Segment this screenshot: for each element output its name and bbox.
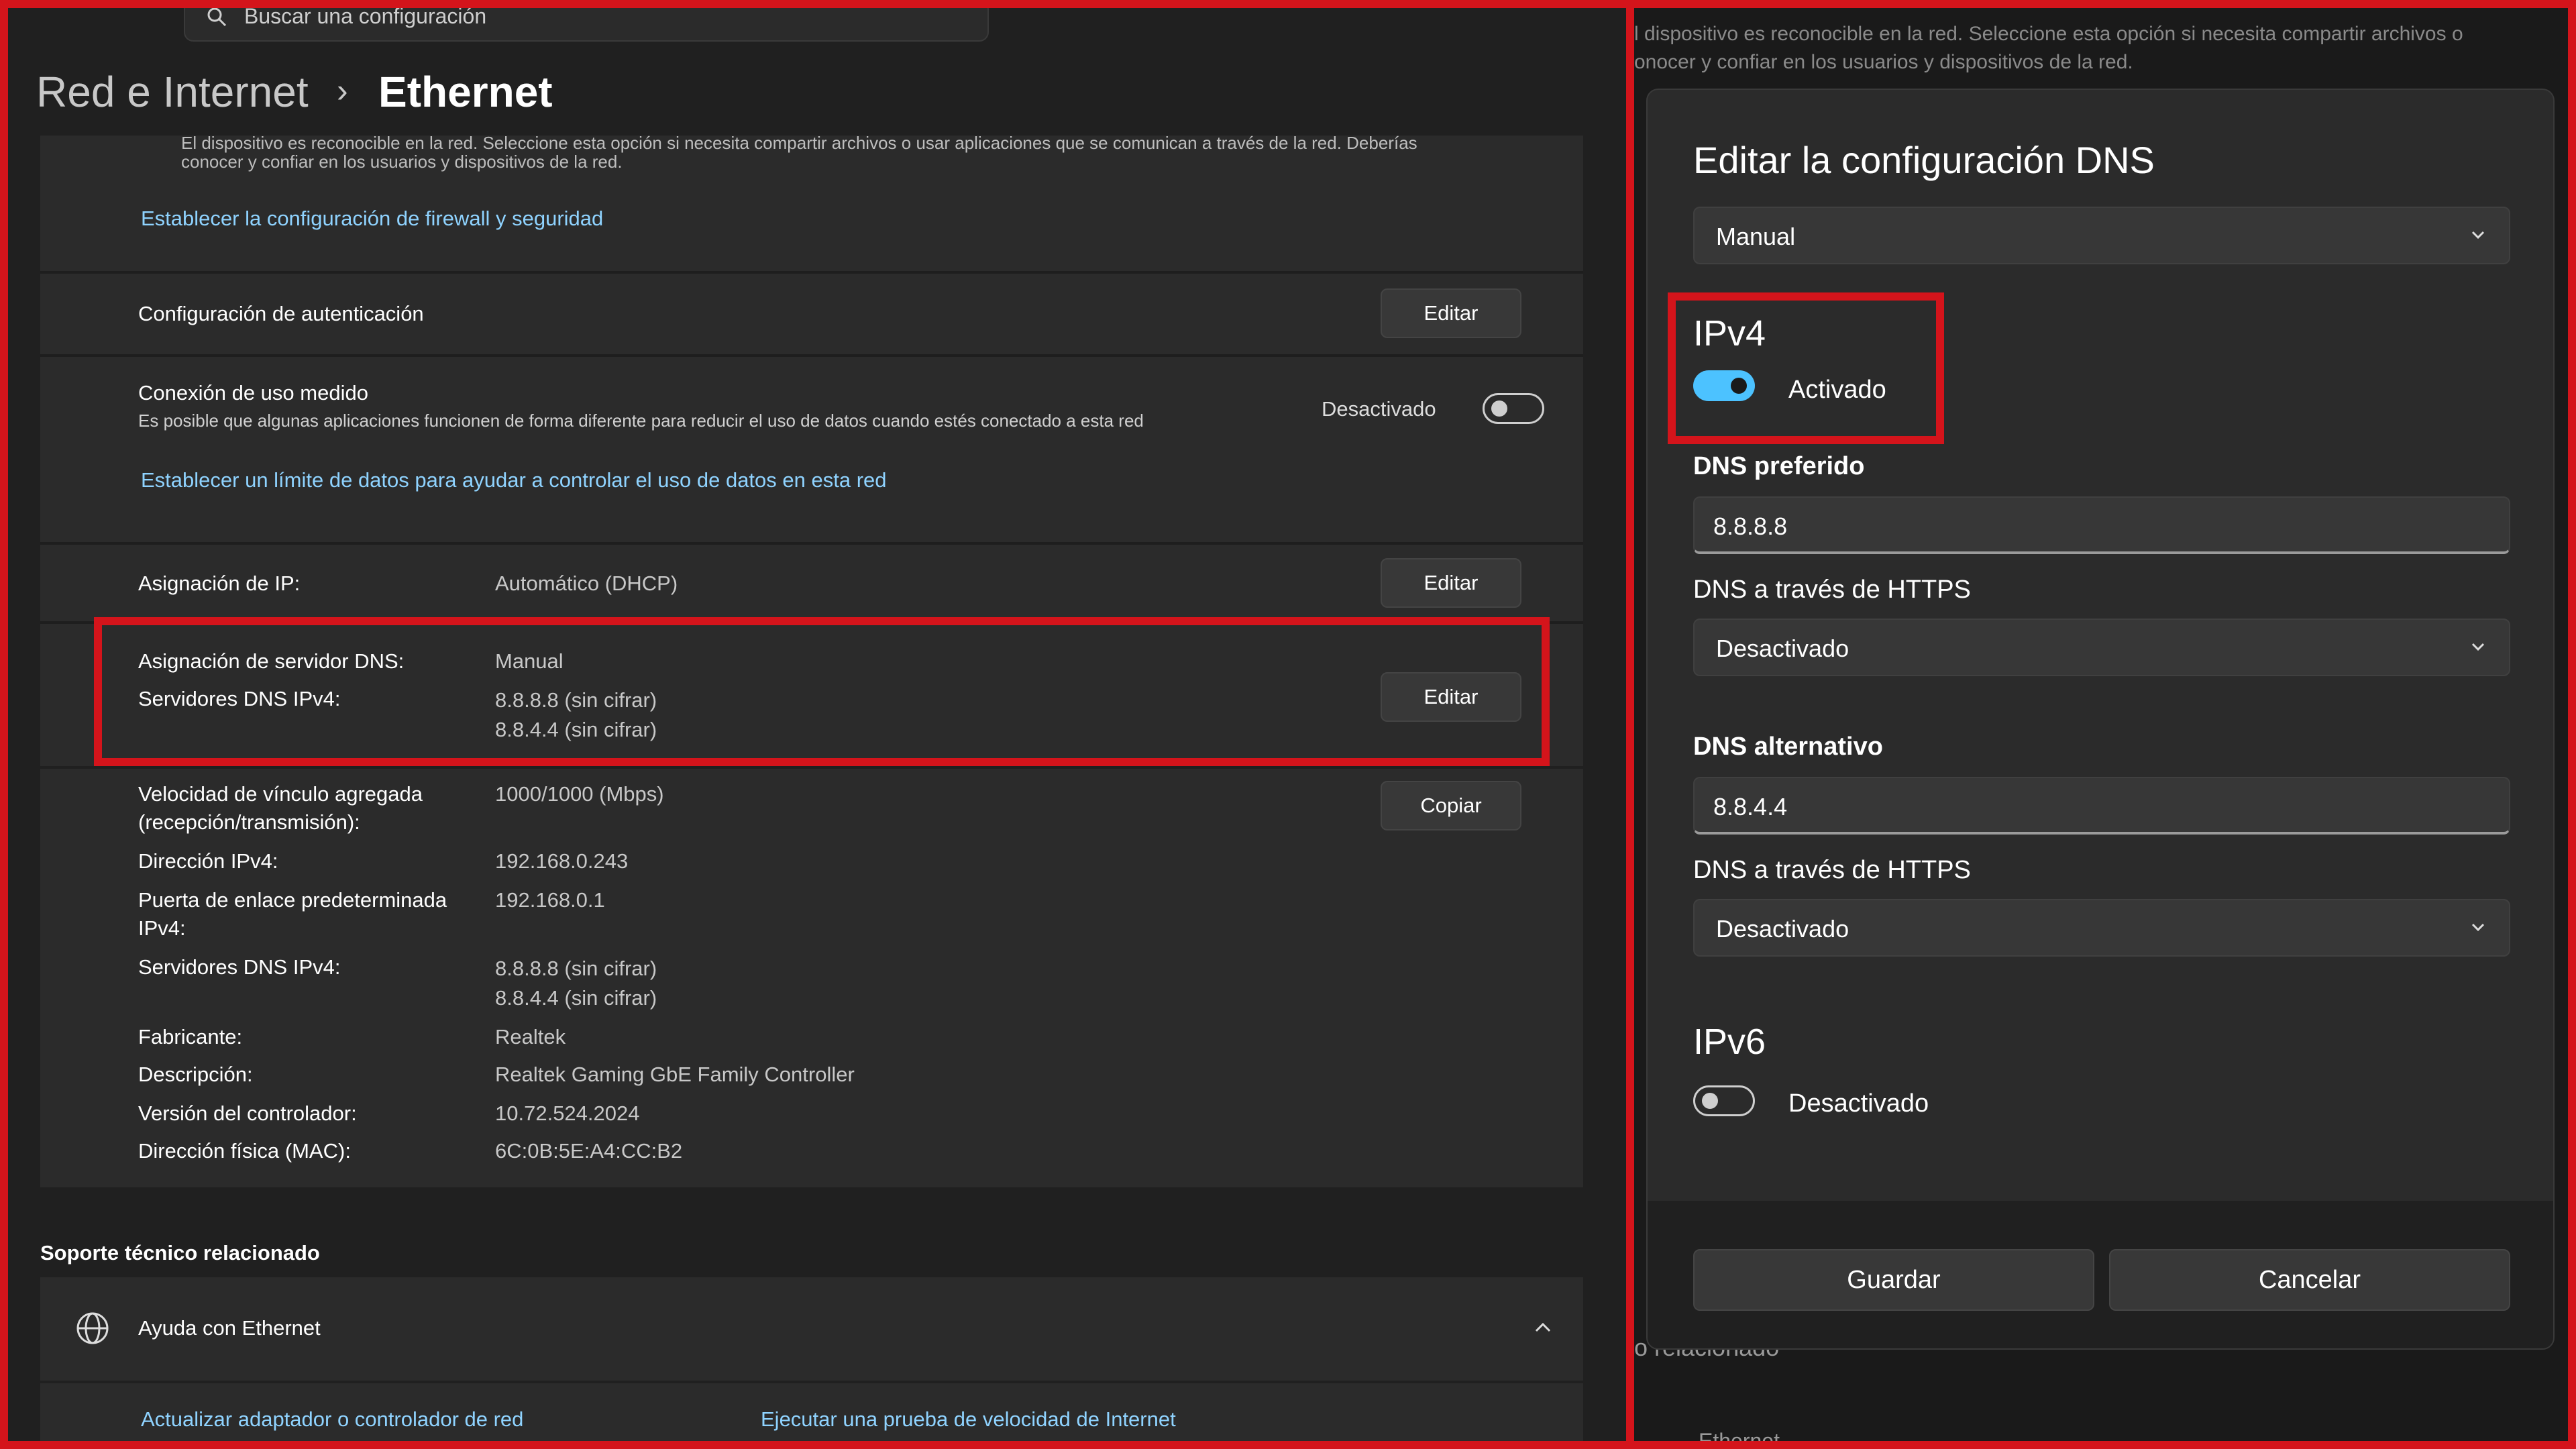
support-links-card: Actualizar adaptador o controlador de re…	[40, 1383, 1583, 1441]
prop-value: 6C:0B:5E:A4:CC:B2	[495, 1139, 683, 1163]
toggle-knob	[1731, 378, 1747, 394]
breadcrumb-parent[interactable]: Red e Internet	[36, 67, 309, 117]
save-button[interactable]: Guardar	[1693, 1249, 2094, 1311]
prop-value: Realtek Gaming GbE Family Controller	[495, 1063, 855, 1086]
doh-value-1: Desactivado	[1716, 635, 1849, 662]
alternate-dns-label: DNS alternativo	[1693, 733, 1883, 761]
doh-select-1[interactable]: Desactivado	[1693, 619, 2510, 676]
prop-value: 8.8.4.4 (sin cifrar)	[495, 986, 657, 1010]
settings-window: Buscar una configuración Red e Internet …	[8, 8, 1626, 1441]
ipv6-toggle[interactable]	[1693, 1085, 1755, 1116]
dns-edit-button[interactable]: Editar	[1381, 672, 1521, 722]
prop-label: Versión del controlador:	[138, 1102, 357, 1125]
prop-label: IPv4:	[138, 916, 186, 940]
prop-label: Descripción:	[138, 1063, 253, 1086]
preferred-dns-value: 8.8.8.8	[1713, 513, 1788, 540]
dns-server-1: 8.8.8.8 (sin cifrar)	[495, 688, 657, 712]
profile-description-line2: conocer y confiar en los usuarios y disp…	[181, 152, 623, 172]
ipv4-heading: IPv4	[1693, 313, 1766, 354]
metered-toggle[interactable]	[1483, 393, 1544, 424]
search-icon	[207, 8, 227, 27]
prop-value: 192.168.0.1	[495, 888, 605, 912]
prop-label: Dirección IPv4:	[138, 849, 278, 873]
ethernet-help-label: Ayuda con Ethernet	[138, 1316, 321, 1340]
prop-label: Velocidad de vínculo agregada	[138, 782, 423, 806]
support-heading: Soporte técnico relacionado	[40, 1241, 320, 1265]
metered-label: Conexión de uso medido	[138, 381, 368, 405]
prop-label: Puerta de enlace predeterminada	[138, 888, 447, 912]
bg-text: onocer y confiar en los usuarios y dispo…	[1634, 51, 2133, 73]
doh-label-2: DNS a través de HTTPS	[1693, 856, 1971, 884]
ethernet-help-card[interactable]: Ayuda con Ethernet	[40, 1277, 1583, 1381]
speed-test-link[interactable]: Ejecutar una prueba de velocidad de Inte…	[761, 1407, 1176, 1432]
cancel-button[interactable]: Cancelar	[2109, 1249, 2510, 1311]
profile-description-line1: El dispositivo es reconocible en la red.…	[181, 133, 1417, 153]
copy-button[interactable]: Copiar	[1381, 781, 1521, 830]
ipv4-toggle-label: Activado	[1788, 376, 1886, 404]
ipv6-heading: IPv6	[1693, 1022, 1766, 1062]
chevron-down-icon	[2471, 231, 2485, 239]
ipv6-toggle-label: Desactivado	[1788, 1089, 1929, 1118]
ip-edit-button[interactable]: Editar	[1381, 558, 1521, 608]
data-limit-link[interactable]: Establecer un límite de datos para ayuda…	[141, 468, 887, 492]
doh-label-1: DNS a través de HTTPS	[1693, 576, 1971, 604]
auth-card: Configuración de autenticación Editar	[40, 274, 1583, 354]
preferred-dns-label: DNS preferido	[1693, 452, 1865, 480]
update-driver-link[interactable]: Actualizar adaptador o controlador de re…	[141, 1407, 523, 1432]
ip-assignment-value: Automático (DHCP)	[495, 572, 678, 595]
prop-value: 10.72.524.2024	[495, 1102, 640, 1125]
metered-state: Desactivado	[1322, 397, 1436, 421]
doh-value-2: Desactivado	[1716, 915, 1849, 943]
dns-mode-value: Manual	[1716, 223, 1796, 250]
alternate-dns-value: 8.8.4.4	[1713, 793, 1788, 820]
metered-card: Conexión de uso medido Es posible que al…	[40, 357, 1583, 542]
properties-card: Copiar Velocidad de vínculo agregada (re…	[40, 769, 1583, 1187]
ip-assignment-card: Asignación de IP: Automático (DHCP) Edit…	[40, 545, 1583, 621]
metered-description: Es posible que algunas aplicaciones func…	[138, 411, 1144, 431]
page-title: Ethernet	[378, 68, 553, 116]
prop-label: Dirección física (MAC):	[138, 1139, 351, 1163]
prop-label: (recepción/transmisión):	[138, 810, 360, 834]
preferred-dns-input[interactable]: 8.8.8.8	[1693, 496, 2510, 554]
doh-select-2[interactable]: Desactivado	[1693, 899, 2510, 957]
firewall-link[interactable]: Establecer la configuración de firewall …	[141, 207, 603, 231]
dns-mode-select[interactable]: Manual	[1693, 207, 2510, 264]
ip-assignment-label: Asignación de IP:	[138, 572, 301, 595]
dialog-title: Editar la configuración DNS	[1693, 139, 2155, 181]
dns-assignment-label: Asignación de servidor DNS:	[138, 649, 405, 673]
chevron-up-icon[interactable]	[1531, 1315, 1555, 1339]
toggle-knob	[1702, 1093, 1718, 1109]
prop-value: 192.168.0.243	[495, 849, 629, 873]
dns-settings-dialog: Editar la configuración DNS Manual IPv4 …	[1646, 89, 2555, 1350]
search-box[interactable]: Buscar una configuración	[184, 8, 989, 42]
chevron-down-icon	[2471, 643, 2485, 651]
prop-label: Servidores DNS IPv4:	[138, 955, 341, 979]
prop-value: 8.8.8.8 (sin cifrar)	[495, 957, 657, 980]
ipv4-toggle[interactable]	[1693, 370, 1755, 401]
dns-server-2: 8.8.4.4 (sin cifrar)	[495, 718, 657, 741]
bg-text: Ethernet	[1699, 1429, 1780, 1441]
prop-value: Realtek	[495, 1025, 566, 1049]
dns-servers-label: Servidores DNS IPv4:	[138, 687, 341, 710]
breadcrumb-separator: ›	[337, 72, 348, 109]
dns-assignment-card: Asignación de servidor DNS: Manual Servi…	[40, 624, 1583, 766]
dns-assignment-value: Manual	[495, 649, 564, 673]
chevron-down-icon	[2471, 923, 2485, 932]
prop-value: 1000/1000 (Mbps)	[495, 782, 664, 806]
toggle-knob	[1491, 400, 1507, 417]
alternate-dns-input[interactable]: 8.8.4.4	[1693, 777, 2510, 835]
bg-text: l dispositivo es reconocible en la red. …	[1634, 23, 2463, 45]
globe-icon	[76, 1312, 109, 1344]
auth-edit-button[interactable]: Editar	[1381, 288, 1521, 338]
prop-label: Fabricante:	[138, 1025, 243, 1049]
network-profile-card: El dispositivo es reconocible en la red.…	[40, 133, 1583, 271]
auth-label: Configuración de autenticación	[138, 302, 424, 325]
search-placeholder: Buscar una configuración	[244, 8, 487, 28]
